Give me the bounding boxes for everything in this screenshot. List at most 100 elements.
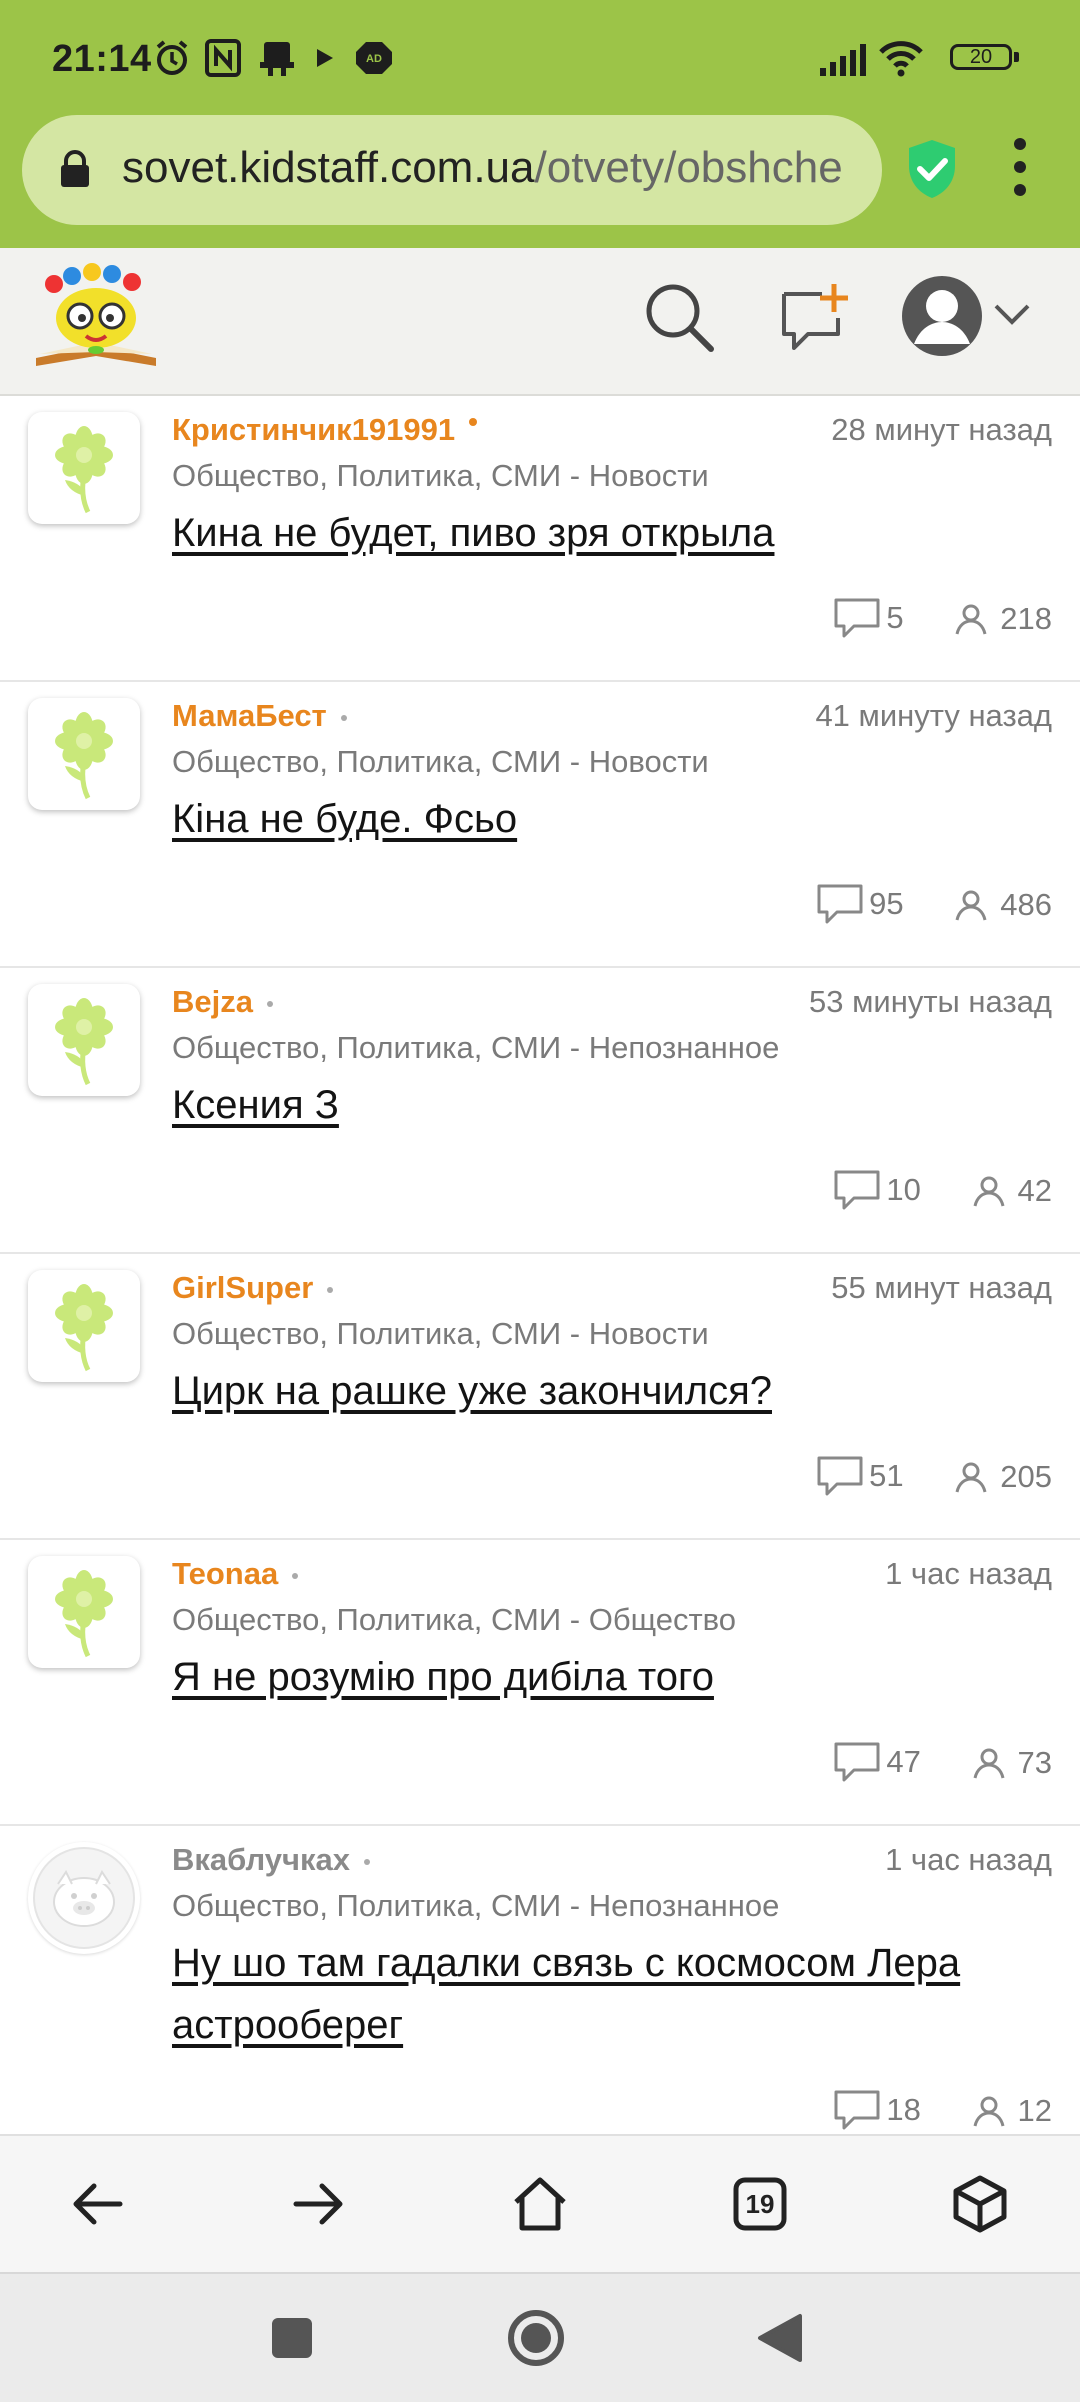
- separator-dot: [340, 714, 347, 721]
- post-title[interactable]: Кина не будет, пиво зря открыла: [172, 502, 992, 564]
- comment-count: 5: [886, 600, 904, 635]
- post-category[interactable]: Общество, Политика, СМИ - Общество: [172, 1602, 736, 1638]
- comment-count: 95: [869, 886, 904, 921]
- post-author[interactable]: GirlSuper: [172, 1270, 334, 1306]
- comment-icon: [834, 1742, 880, 1782]
- extension-cube-icon[interactable]: [948, 2172, 1012, 2236]
- post-author[interactable]: Teonaa: [172, 1556, 299, 1592]
- address-bar[interactable]: sovet.kidstaff.com.ua/otvety/obshche: [22, 115, 882, 225]
- views-icon: [955, 1462, 987, 1493]
- adblock-shield-icon[interactable]: [905, 138, 959, 205]
- post-category[interactable]: Общество, Политика, СМИ - Новости: [172, 458, 709, 494]
- author-name[interactable]: GirlSuper: [172, 1270, 313, 1305]
- list-item[interactable]: Bejza 53 минуты назад Общество, Политика…: [0, 968, 1080, 1254]
- author-avatar[interactable]: [28, 698, 140, 810]
- post-title[interactable]: Ну шо там гадалки связь с космосом Лера …: [172, 1932, 1032, 2056]
- site-header: [0, 248, 1080, 396]
- list-item[interactable]: Teonaa 1 час назад Общество, Политика, С…: [0, 1540, 1080, 1826]
- forward-arrow-icon[interactable]: [286, 2172, 350, 2236]
- battery-level: 20: [950, 44, 1012, 70]
- comment-count: 51: [869, 1458, 904, 1493]
- home-circle-icon[interactable]: [506, 2308, 566, 2373]
- post-author[interactable]: Bejza: [172, 984, 273, 1020]
- search-icon[interactable]: [640, 278, 720, 363]
- list-item[interactable]: GirlSuper 55 минут назад Общество, Полит…: [0, 1254, 1080, 1540]
- comment-icon: [834, 2090, 880, 2130]
- post-title[interactable]: Ксения З: [172, 1074, 992, 1136]
- author-name[interactable]: Bejza: [172, 984, 253, 1019]
- url-text[interactable]: sovet.kidstaff.com.ua/otvety/obshche: [122, 143, 882, 197]
- author-avatar[interactable]: [28, 1270, 140, 1382]
- post-time: 41 минуту назад: [815, 698, 1052, 733]
- view-count: 42: [1017, 1172, 1052, 1208]
- menu-kebab-icon[interactable]: [1000, 138, 1040, 208]
- list-item[interactable]: Кристинчик191991 28 минут назад Общество…: [0, 396, 1080, 682]
- status-time: 21:14: [52, 38, 152, 80]
- comment-count: 18: [886, 2092, 921, 2127]
- home-icon[interactable]: [508, 2172, 572, 2236]
- post-stats: 5 218: [832, 596, 1052, 642]
- chevron-down-icon[interactable]: [992, 300, 1032, 333]
- post-category[interactable]: Общество, Политика, СМИ - Непознанное: [172, 1888, 779, 1924]
- comment-icon: [834, 1170, 880, 1210]
- wifi-icon: [879, 41, 923, 77]
- views-icon: [973, 1176, 1004, 1207]
- author-avatar[interactable]: [28, 1842, 140, 1954]
- post-time: 1 час назад: [885, 1842, 1052, 1877]
- author-avatar[interactable]: [28, 984, 140, 1096]
- status-bar: 21:14 AD 20: [0, 0, 1080, 116]
- system-navigation-bar: [0, 2272, 1080, 2402]
- post-stats: 51 205: [815, 1454, 1052, 1500]
- author-name[interactable]: МамаБест: [172, 698, 327, 733]
- flower-icon: [55, 1570, 113, 1658]
- pig-avatar-icon: [33, 1847, 135, 1949]
- views-icon: [973, 2096, 1004, 2127]
- tabs-button[interactable]: 19: [728, 2172, 792, 2236]
- post-category[interactable]: Общество, Политика, СМИ - Непознанное: [172, 1030, 779, 1066]
- back-arrow-icon[interactable]: [66, 2172, 130, 2236]
- user-avatar-icon[interactable]: [900, 274, 984, 363]
- post-author[interactable]: Вкаблучках: [172, 1842, 371, 1878]
- author-name[interactable]: Кристинчик191991: [172, 412, 455, 447]
- site-logo[interactable]: [32, 262, 160, 379]
- post-category[interactable]: Общество, Политика, СМИ - Новости: [172, 1316, 709, 1352]
- battery-icon: 20: [950, 44, 1020, 74]
- comment-icon: [817, 884, 863, 924]
- flower-icon: [55, 426, 113, 514]
- list-item[interactable]: Вкаблучках 1 час назад Общество, Политик…: [0, 1826, 1080, 2134]
- separator-dot: [364, 1858, 371, 1865]
- svg-text:AD: AD: [366, 53, 382, 65]
- browser-bottom-bar: 19: [0, 2134, 1080, 2274]
- url-host: sovet.kidstaff.com.ua: [122, 143, 535, 192]
- author-avatar[interactable]: [28, 1556, 140, 1668]
- views-icon: [955, 890, 987, 921]
- post-title[interactable]: Я не розумію про дибіла того: [172, 1646, 992, 1708]
- lock-icon: [58, 149, 92, 194]
- post-title[interactable]: Цирк на рашке уже закончился?: [172, 1360, 992, 1422]
- post-time: 1 час назад: [885, 1556, 1052, 1591]
- app-notification-icon: [258, 38, 296, 83]
- author-avatar[interactable]: [28, 412, 140, 524]
- post-time: 28 минут назад: [831, 412, 1052, 447]
- view-count: 205: [1000, 1458, 1052, 1494]
- recents-icon[interactable]: [270, 2316, 314, 2365]
- comment-icon: [817, 1456, 863, 1496]
- post-category[interactable]: Общество, Политика, СМИ - Новости: [172, 744, 709, 780]
- post-stats: 47 73: [832, 1740, 1052, 1786]
- post-author[interactable]: Кристинчик191991: [172, 412, 478, 448]
- post-title[interactable]: Кіна не буде. Фсьо: [172, 788, 992, 850]
- post-stats: 95 486: [815, 882, 1052, 928]
- view-count: 486: [1000, 886, 1052, 922]
- list-item[interactable]: МамаБест 41 минуту назад Общество, Полит…: [0, 682, 1080, 968]
- separator-dot: [292, 1572, 299, 1579]
- views-icon: [973, 1748, 1004, 1779]
- separator-dot: [266, 1000, 273, 1007]
- question-feed: Кристинчик191991 28 минут назад Общество…: [0, 396, 1080, 2134]
- new-question-icon[interactable]: [778, 282, 852, 361]
- post-stats: 18 12: [832, 2088, 1052, 2134]
- back-triangle-icon[interactable]: [756, 2312, 804, 2369]
- views-icon: [955, 604, 987, 635]
- post-author[interactable]: МамаБест: [172, 698, 347, 734]
- author-name[interactable]: Teonaa: [172, 1556, 278, 1591]
- author-name[interactable]: Вкаблучках: [172, 1842, 350, 1877]
